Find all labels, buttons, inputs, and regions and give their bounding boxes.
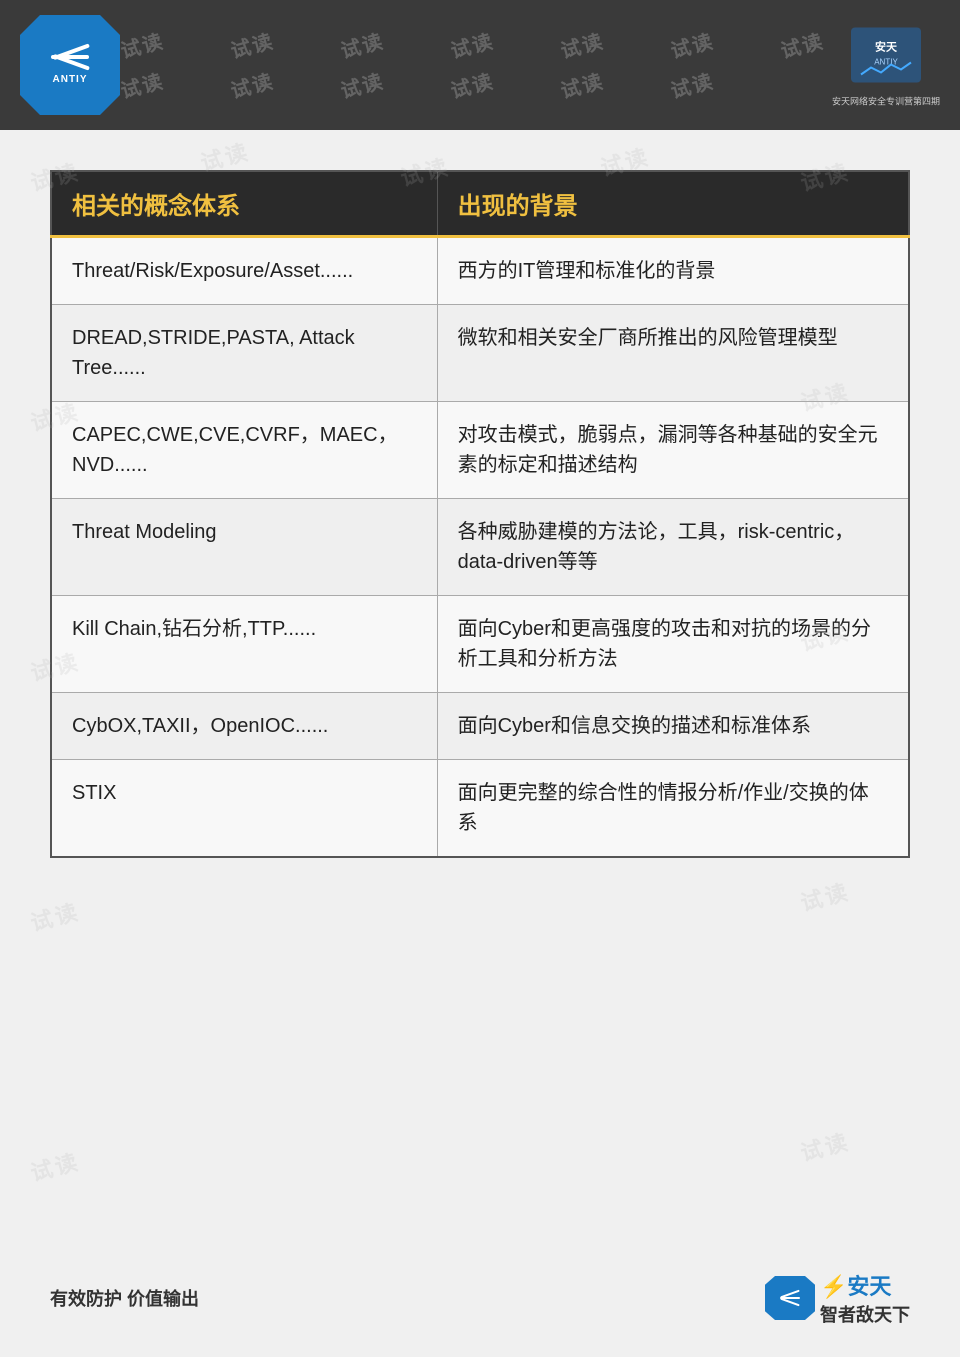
footer-lightning: ⚡: [820, 1274, 847, 1299]
footer-logo: ⚡安天 智者敌天下: [765, 1269, 910, 1327]
header-watermark-7: 试读: [777, 25, 827, 64]
table-cell-right-1: 微软和相关安全厂商所推出的风险管理模型: [437, 305, 909, 402]
header-right-logo: 安天 ANTIY 安天网络安全专训营第四期: [832, 23, 940, 108]
footer-tagline: 有效防护 价值输出: [50, 1285, 199, 1311]
header: 试读 试读 试读 试读 试读 试读 试读 试读 试读 试读 试读 试读 试读 A…: [0, 0, 960, 130]
header-watermark-2: 试读: [227, 25, 277, 64]
header-watermark-6: 试读: [667, 25, 717, 64]
table-cell-right-6: 面向更完整的综合性的情报分析/作业/交换的体系: [437, 760, 909, 858]
header-right-text: 安天网络安全专训营第四期: [832, 95, 940, 108]
header-watermark-10: 试读: [337, 65, 387, 104]
table-row: CybOX,TAXII，OpenIOC......面向Cyber和信息交换的描述…: [51, 693, 909, 760]
header-logo: ANTIY: [20, 15, 120, 115]
page-watermark-12: 试读: [27, 1144, 84, 1188]
logo-text: ANTIY: [53, 74, 88, 85]
header-watermark-8: 试读: [117, 65, 167, 104]
table-cell-left-6: STIX: [51, 760, 437, 858]
company-icon: 安天 ANTIY: [846, 23, 926, 88]
table-row: CAPEC,CWE,CVE,CVRF，MAEC，NVD......对攻击模式，脆…: [51, 402, 909, 499]
table-cell-right-3: 各种威胁建模的方法论，工具，risk-centric，data-driven等等: [437, 499, 909, 596]
table-row: Threat/Risk/Exposure/Asset......西方的IT管理和…: [51, 237, 909, 305]
header-watermark-11: 试读: [447, 65, 497, 104]
col1-header: 相关的概念体系: [51, 171, 437, 237]
content-table: 相关的概念体系 出现的背景 Threat/Risk/Exposure/Asset…: [50, 170, 910, 858]
header-watermark-4: 试读: [447, 25, 497, 64]
table-cell-right-5: 面向Cyber和信息交换的描述和标准体系: [437, 693, 909, 760]
table-cell-left-4: Kill Chain,钻石分析,TTP......: [51, 596, 437, 693]
footer-company-name: ⚡安天: [820, 1269, 891, 1301]
table-row: Kill Chain,钻石分析,TTP......面向Cyber和更高强度的攻击…: [51, 596, 909, 693]
footer-logo-icon: [765, 1276, 815, 1320]
header-watermark-13: 试读: [667, 65, 717, 104]
table-cell-left-0: Threat/Risk/Exposure/Asset......: [51, 237, 437, 305]
table-cell-right-0: 西方的IT管理和标准化的背景: [437, 237, 909, 305]
header-watermark-1: 试读: [117, 25, 167, 64]
table-cell-left-1: DREAD,STRIDE,PASTA, Attack Tree......: [51, 305, 437, 402]
header-watermark-5: 试读: [557, 25, 607, 64]
col2-header: 出现的背景: [437, 171, 909, 237]
page-watermark-13: 试读: [797, 1124, 854, 1168]
header-watermark-12: 试读: [557, 65, 607, 104]
header-watermark-9: 试读: [227, 65, 277, 104]
table-cell-left-5: CybOX,TAXII，OpenIOC......: [51, 693, 437, 760]
header-watermark-3: 试读: [337, 25, 387, 64]
table-row: Threat Modeling各种威胁建模的方法论，工具，risk-centri…: [51, 499, 909, 596]
page-watermark-10: 试读: [27, 894, 84, 938]
table-cell-right-2: 对攻击模式，脆弱点，漏洞等各种基础的安全元素的标定和描述结构: [437, 402, 909, 499]
table-header-row: 相关的概念体系 出现的背景: [51, 171, 909, 237]
main-content: 相关的概念体系 出现的背景 Threat/Risk/Exposure/Asset…: [0, 130, 960, 898]
footer: 有效防护 价值输出 ⚡安天 智者敌天下: [0, 1269, 960, 1327]
svg-text:ANTIY: ANTIY: [874, 58, 898, 67]
table-cell-left-2: CAPEC,CWE,CVE,CVRF，MAEC，NVD......: [51, 402, 437, 499]
table-cell-left-3: Threat Modeling: [51, 499, 437, 596]
logo-lines: [51, 46, 89, 68]
table-cell-right-4: 面向Cyber和更高强度的攻击和对抗的场景的分析工具和分析方法: [437, 596, 909, 693]
table-body: Threat/Risk/Exposure/Asset......西方的IT管理和…: [51, 237, 909, 858]
table-row: STIX面向更完整的综合性的情报分析/作业/交换的体系: [51, 760, 909, 858]
table-row: DREAD,STRIDE,PASTA, Attack Tree......微软和…: [51, 305, 909, 402]
footer-company-sub: 智者敌天下: [820, 1301, 910, 1327]
svg-text:安天: 安天: [875, 40, 898, 54]
